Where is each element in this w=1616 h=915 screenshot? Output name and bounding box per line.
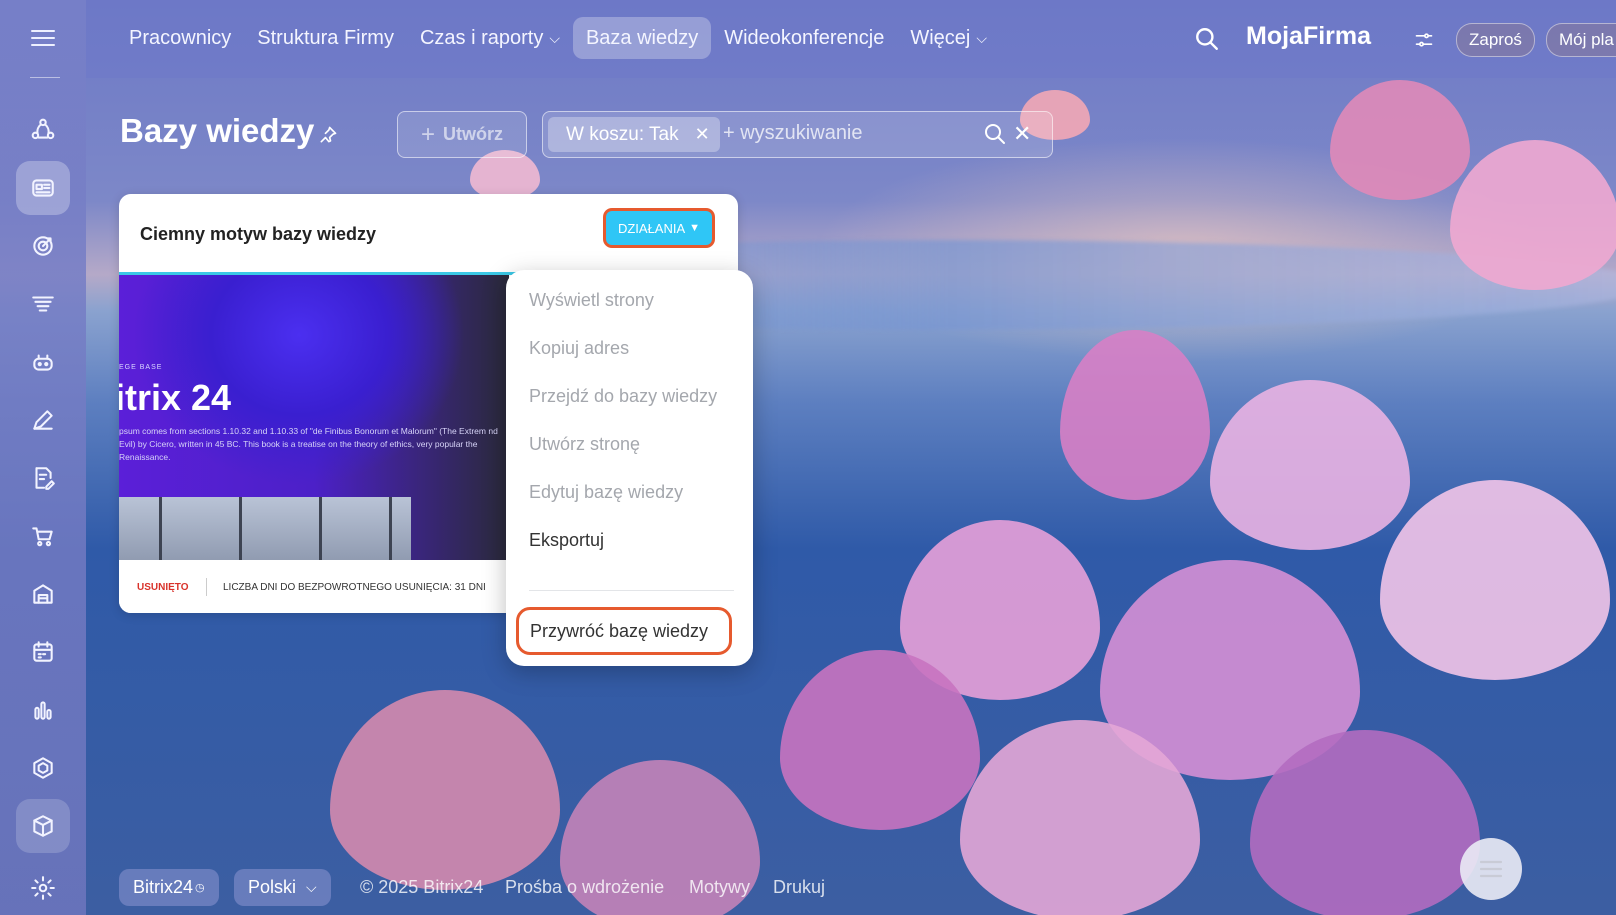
hexagon-icon bbox=[33, 757, 53, 779]
sidebar-divider bbox=[30, 77, 60, 78]
clear-search-icon[interactable]: ✕ bbox=[1013, 121, 1031, 147]
knowledge-base-icon bbox=[32, 179, 54, 197]
chat-button[interactable] bbox=[1460, 838, 1522, 900]
footer-link-print[interactable]: Drukuj bbox=[773, 877, 825, 898]
menu-item-restore-kb[interactable]: Przywróć bazę wiedzy bbox=[516, 607, 732, 655]
sidebar-item-market[interactable] bbox=[16, 799, 70, 853]
divider bbox=[206, 578, 207, 596]
page-title: Bazy wiedzy bbox=[120, 112, 315, 149]
search-icon[interactable] bbox=[1194, 26, 1220, 52]
sidebar-item-goals[interactable] bbox=[16, 219, 70, 273]
sidebar-item-network[interactable] bbox=[16, 103, 70, 157]
menu-item-copy-address[interactable]: Kopiuj adres bbox=[529, 338, 629, 359]
pin-icon[interactable] bbox=[318, 125, 338, 145]
copyright: © 2025 Bitrix24 bbox=[360, 877, 484, 897]
sidebar-item-crm[interactable] bbox=[16, 277, 70, 331]
clock-icon: ◷ bbox=[195, 882, 205, 894]
menu-item-create-page[interactable]: Utwórz stronę bbox=[529, 434, 640, 455]
card-preview-image: EGE BASE itrix 24 psum comes from sectio… bbox=[119, 275, 509, 560]
document-edit-icon bbox=[35, 467, 55, 490]
store-icon bbox=[33, 584, 53, 604]
days-until-deletion: LICZBA DNI DO BEZPOWROTNEGO USUNIĘCIA: 3… bbox=[223, 582, 486, 593]
sidebar-item-shop[interactable] bbox=[16, 509, 70, 563]
calendar-icon bbox=[33, 641, 53, 662]
chevron-down-icon: ⌵ bbox=[306, 879, 317, 895]
my-plan-button[interactable]: Mój pla bbox=[1546, 23, 1616, 57]
menu-item-go-to-kb[interactable]: Przejdź do bazy wiedzy bbox=[529, 386, 717, 407]
pen-icon bbox=[33, 410, 53, 430]
language-selector[interactable]: Polski ⌵ bbox=[234, 869, 331, 906]
menu-item-view-pages[interactable]: Wyświetl strony bbox=[529, 290, 654, 311]
search-input[interactable]: + wyszukiwanie bbox=[723, 122, 863, 145]
actions-button[interactable]: DZIAŁANIA ▼ bbox=[606, 211, 712, 245]
sidebar-item-calendar[interactable] bbox=[16, 625, 70, 679]
sidebar-item-documents[interactable] bbox=[16, 451, 70, 505]
chevron-down-icon: ▼ bbox=[689, 222, 701, 234]
robot-icon bbox=[33, 354, 53, 371]
cart-icon bbox=[32, 527, 53, 547]
menu-item-export[interactable]: Eksportuj bbox=[529, 530, 604, 551]
status-badge: USUNIĘTO bbox=[137, 582, 189, 593]
nav-time-reports[interactable]: Czas i raporty ⌵ bbox=[407, 17, 573, 59]
nav-video-conferences[interactable]: Wideokonferencje bbox=[711, 17, 897, 59]
menu-divider bbox=[529, 590, 734, 591]
nav-knowledge-base[interactable]: Baza wiedzy bbox=[572, 17, 712, 59]
sidebar-item-inventory[interactable] bbox=[16, 567, 70, 621]
sidebar-item-automation[interactable] bbox=[16, 741, 70, 795]
sidebar-item-analytics[interactable] bbox=[16, 683, 70, 737]
sidebar-item-copilot[interactable] bbox=[16, 335, 70, 389]
theme-settings-icon[interactable] bbox=[1414, 30, 1434, 50]
top-navigation-bar: Pracownicy Struktura Firmy Czas i raport… bbox=[86, 0, 1616, 78]
sidebar-item-sign[interactable] bbox=[16, 393, 70, 447]
search-icon[interactable] bbox=[983, 122, 1007, 146]
company-name[interactable]: MojaFirma bbox=[1246, 22, 1371, 51]
main-nav: Pracownicy Struktura Firmy Czas i raport… bbox=[116, 17, 1000, 59]
chat-list-icon bbox=[1479, 860, 1503, 878]
settings-icon bbox=[31, 876, 55, 900]
sidebar-item-settings[interactable] bbox=[16, 861, 70, 915]
card-title: Ciemny motyw bazy wiedzy bbox=[140, 224, 377, 244]
nav-employees[interactable]: Pracownicy bbox=[116, 17, 244, 59]
sidebar-item-knowledge-base[interactable] bbox=[16, 161, 70, 215]
nav-more[interactable]: Więcej ⌵ bbox=[897, 17, 1000, 59]
chevron-down-icon: ⌵ bbox=[976, 29, 987, 46]
invite-button[interactable]: Zaproś bbox=[1456, 23, 1535, 57]
footer-link-request[interactable]: Prośba o wdrożenie bbox=[505, 877, 664, 898]
search-filter-box[interactable]: W koszu: Tak ✕ + wyszukiwanie ✕ bbox=[542, 111, 1053, 158]
create-button[interactable]: + Utwórz bbox=[397, 111, 527, 158]
filter-chip-trash[interactable]: W koszu: Tak ✕ bbox=[548, 117, 720, 152]
menu-icon[interactable] bbox=[31, 30, 55, 48]
left-sidebar bbox=[0, 0, 86, 915]
nav-company-structure[interactable]: Struktura Firmy bbox=[244, 17, 407, 59]
card-footer: USUNIĘTO LICZBA DNI DO BEZPOWROTNEGO USU… bbox=[119, 560, 509, 613]
chevron-down-icon: ⌵ bbox=[549, 29, 560, 46]
analytics-icon bbox=[34, 701, 52, 720]
remove-filter-icon[interactable]: ✕ bbox=[695, 124, 710, 145]
plus-icon: + bbox=[420, 120, 435, 148]
menu-item-edit-kb[interactable]: Edytuj bazę wiedzy bbox=[529, 482, 683, 503]
box-icon bbox=[33, 815, 53, 837]
actions-menu: Wyświetl strony Kopiuj adres Przejdź do … bbox=[506, 270, 753, 666]
funnel-icon bbox=[32, 296, 54, 312]
bitrix24-logo[interactable]: Bitrix24 ◷ bbox=[119, 869, 219, 906]
footer-link-themes[interactable]: Motywy bbox=[689, 877, 750, 898]
network-icon bbox=[31, 118, 55, 140]
target-icon bbox=[33, 236, 53, 256]
preview-photo bbox=[119, 497, 411, 560]
